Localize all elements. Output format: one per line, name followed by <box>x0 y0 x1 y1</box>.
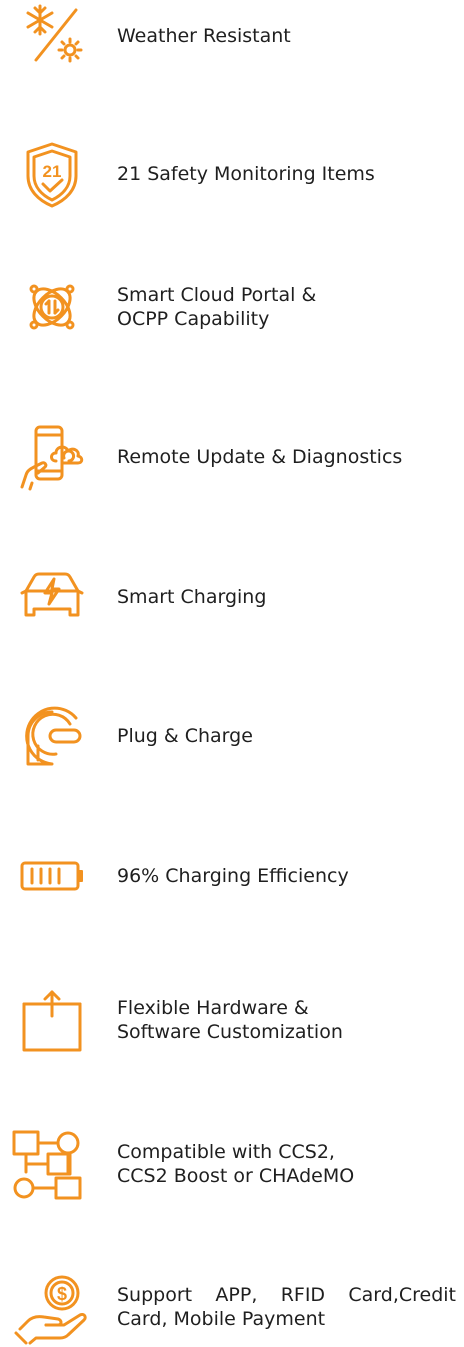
box-upload-icon <box>12 980 92 1060</box>
feature-label: Flexible Hardware & Software Customizati… <box>117 997 343 1043</box>
feature-item-plug-charge: Plug & Charge <box>0 696 464 776</box>
feature-item-customization: Flexible Hardware & Software Customizati… <box>0 980 464 1060</box>
feature-label: 21 Safety Monitoring Items <box>117 163 375 185</box>
feature-item-remote-update: Remote Update & Diagnostics <box>0 417 464 497</box>
feature-label: Plug & Charge <box>117 725 253 747</box>
feature-item-payment: $ Support APP, RFID Card,Credit Card, Mo… <box>0 1267 464 1347</box>
feature-label: Smart Charging <box>117 586 267 608</box>
svg-text:21: 21 <box>43 162 62 181</box>
feature-item-weather-resistant: Weather Resistant <box>0 0 464 76</box>
plug-charge-icon <box>12 696 92 776</box>
feature-item-smart-charging: Smart Charging <box>0 557 464 637</box>
feature-list: Weather Resistant 21 21 Safety Monitorin… <box>0 0 464 1345</box>
snowflake-sun-icon <box>12 0 92 76</box>
feature-item-safety-monitoring: 21 21 Safety Monitoring Items <box>0 134 464 214</box>
feature-label: Remote Update & Diagnostics <box>117 446 403 468</box>
feature-label: Weather Resistant <box>117 25 291 47</box>
feature-item-charging-efficiency: 96% Charging Efficiency <box>0 836 464 916</box>
feature-label: Smart Cloud Portal & OCPP Capability <box>117 284 317 330</box>
feature-label: Compatible with CCS2, CCS2 Boost or CHAd… <box>117 1141 355 1187</box>
battery-icon <box>12 836 92 916</box>
cloud-portal-sync-icon <box>12 267 92 347</box>
feature-item-cloud-portal: Smart Cloud Portal & OCPP Capability <box>0 267 464 347</box>
svg-text:$: $ <box>57 1284 67 1304</box>
feature-item-compatibility: Compatible with CCS2, CCS2 Boost or CHAd… <box>0 1124 464 1204</box>
connector-blocks-icon <box>12 1124 92 1204</box>
feature-label: 96% Charging Efficiency <box>117 865 349 887</box>
shield-21-check-icon: 21 <box>12 134 92 214</box>
car-lightning-icon <box>12 557 92 637</box>
hand-coin-payment-icon: $ <box>12 1267 92 1347</box>
phone-cloud-update-icon <box>12 417 92 497</box>
